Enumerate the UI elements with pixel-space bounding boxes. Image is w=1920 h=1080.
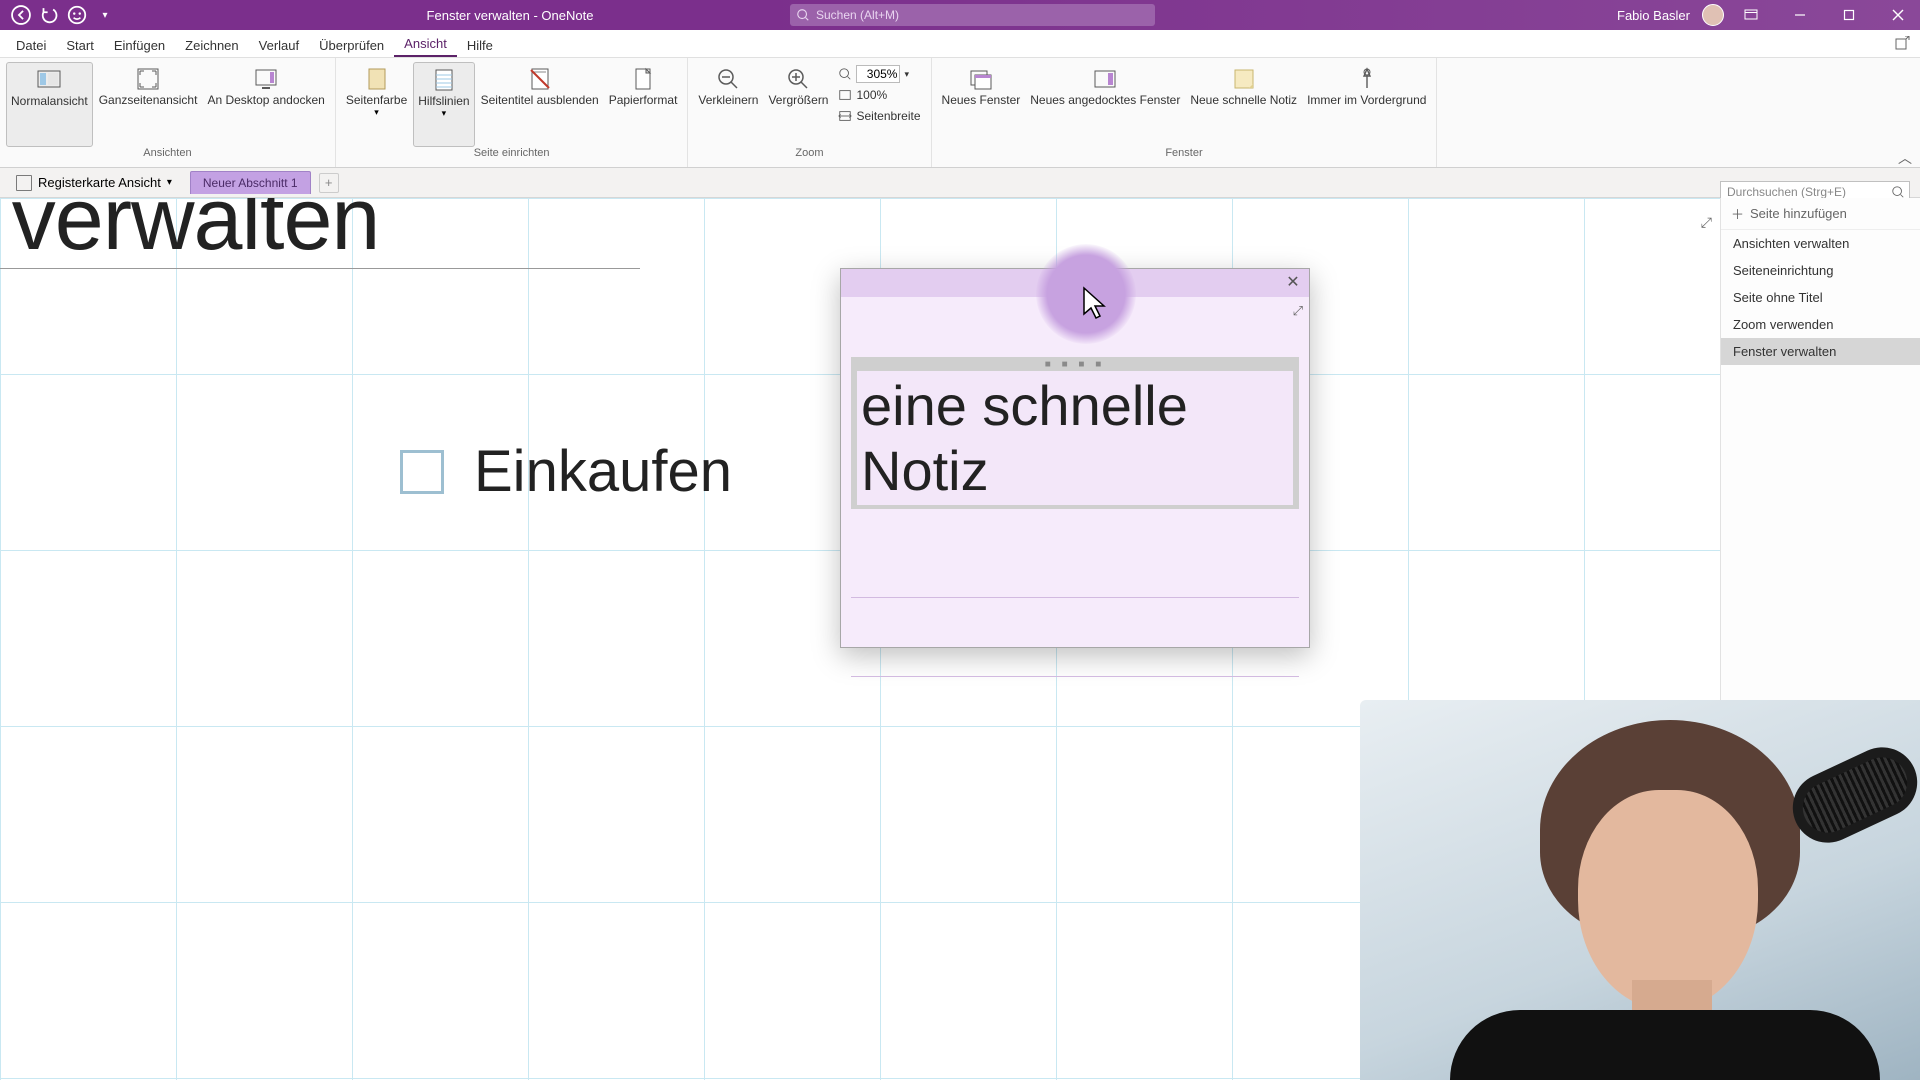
zoom-page-width-button[interactable]: Seitenbreite	[838, 106, 920, 126]
quick-note-text-container[interactable]: ■ ■ ■ ■ eine schnelle Notiz	[851, 357, 1299, 509]
page-list-item[interactable]: Seiteneinrichtung	[1721, 257, 1920, 284]
todo-checkbox[interactable]	[400, 450, 444, 494]
search-box[interactable]: Suchen (Alt+M)	[790, 4, 1155, 26]
page-title[interactable]: r verwalten	[0, 198, 379, 270]
zoom-100-button[interactable]: 100%	[838, 85, 920, 105]
user-name[interactable]: Fabio Basler	[1609, 8, 1698, 23]
always-on-top-button[interactable]: Immer im Vordergrund	[1303, 62, 1430, 147]
touch-mode-icon[interactable]	[66, 4, 88, 26]
search-icon	[1891, 185, 1905, 199]
new-docked-window-button[interactable]: Neues angedocktes Fenster	[1026, 62, 1184, 147]
tab-datei[interactable]: Datei	[6, 34, 56, 57]
mouse-cursor-icon	[1082, 286, 1108, 322]
minimize-icon[interactable]	[1777, 0, 1822, 30]
webcam-overlay	[1360, 700, 1920, 1080]
drag-handle-icon[interactable]: ■ ■ ■ ■	[1045, 359, 1106, 370]
undo-icon[interactable]	[38, 4, 60, 26]
user-avatar[interactable]	[1702, 4, 1724, 26]
todo-text[interactable]: Einkaufen	[474, 438, 732, 505]
add-page-button[interactable]: ＋Seite hinzufügen	[1721, 198, 1920, 230]
todo-item[interactable]: Einkaufen	[400, 438, 732, 505]
notebook-dropdown[interactable]: Registerkarte Ansicht ▾	[6, 173, 182, 193]
group-ansichten: Ansichten	[143, 147, 191, 163]
notebook-name: Registerkarte Ansicht	[38, 175, 161, 190]
quick-note-close-icon[interactable]: ✕	[1283, 272, 1303, 292]
search-placeholder: Suchen (Alt+M)	[816, 8, 899, 22]
section-bar: Registerkarte Ansicht ▾ Neuer Abschnitt …	[0, 168, 1920, 198]
tab-ueberpruefen[interactable]: Überprüfen	[309, 34, 394, 57]
page-list-item[interactable]: Ansichten verwalten	[1721, 230, 1920, 257]
maximize-icon[interactable]	[1826, 0, 1871, 30]
quick-access-toolbar: ▾	[0, 4, 116, 26]
window-title: Fenster verwalten - OneNote	[427, 8, 594, 23]
tab-start[interactable]: Start	[56, 34, 103, 57]
new-quick-note-button[interactable]: Neue schnelle Notiz	[1186, 62, 1301, 147]
page-list-item[interactable]: Seite ohne Titel	[1721, 284, 1920, 311]
share-icon[interactable]	[1894, 36, 1910, 52]
page-list-item[interactable]: Zoom verwenden	[1721, 311, 1920, 338]
tab-verlauf[interactable]: Verlauf	[249, 34, 309, 57]
group-fenster: Fenster	[1165, 147, 1202, 163]
tab-zeichnen[interactable]: Zeichnen	[175, 34, 248, 57]
tab-hilfe[interactable]: Hilfe	[457, 34, 503, 57]
dock-desktop-button[interactable]: An Desktop andocken	[203, 62, 328, 147]
close-icon[interactable]	[1875, 0, 1920, 30]
quick-note-text[interactable]: eine schnelle Notiz	[857, 371, 1293, 505]
collapse-ribbon-icon[interactable]: ︿	[1898, 148, 1912, 168]
zoom-level-input[interactable]	[856, 65, 900, 83]
fullpage-view-button[interactable]: Ganzseitenansicht	[95, 62, 202, 147]
section-tab[interactable]: Neuer Abschnitt 1	[190, 171, 311, 194]
zoom-out-button[interactable]: Verkleinern	[694, 62, 762, 147]
ribbon: Normalansicht Ganzseitenansicht An Deskt…	[0, 58, 1920, 168]
quick-note-lines	[851, 519, 1299, 679]
hide-title-button[interactable]: Seitentitel ausblenden	[477, 62, 603, 147]
ribbon-tabs: Datei Start Einfügen Zeichnen Verlauf Üb…	[0, 30, 1920, 58]
normal-view-button[interactable]: Normalansicht	[6, 62, 93, 147]
zoom-level-row[interactable]: ▾	[838, 64, 920, 84]
group-seite-einrichten: Seite einrichten	[474, 147, 550, 163]
paper-size-button[interactable]: Papierformat	[605, 62, 682, 147]
notebook-icon	[16, 175, 32, 191]
page-color-button[interactable]: Seitenfarbe▾	[342, 62, 411, 147]
group-zoom: Zoom	[795, 147, 823, 163]
rule-lines-button[interactable]: Hilfslinien▾	[413, 62, 474, 147]
add-section-button[interactable]: +	[319, 173, 339, 193]
tab-ansicht[interactable]: Ansicht	[394, 32, 457, 57]
tab-einfuegen[interactable]: Einfügen	[104, 34, 175, 57]
back-icon[interactable]	[10, 4, 32, 26]
zoom-in-button[interactable]: Vergrößern	[764, 62, 832, 147]
qat-dropdown-icon[interactable]: ▾	[94, 4, 116, 26]
title-underline	[0, 268, 640, 269]
ribbon-display-icon[interactable]	[1728, 0, 1773, 30]
page-list-item[interactable]: Fenster verwalten	[1721, 338, 1920, 365]
quick-note-expand-icon[interactable]: ⤢	[1293, 303, 1303, 319]
expand-page-icon[interactable]: ⤢	[1701, 214, 1712, 231]
new-window-button[interactable]: Neues Fenster	[938, 62, 1025, 147]
